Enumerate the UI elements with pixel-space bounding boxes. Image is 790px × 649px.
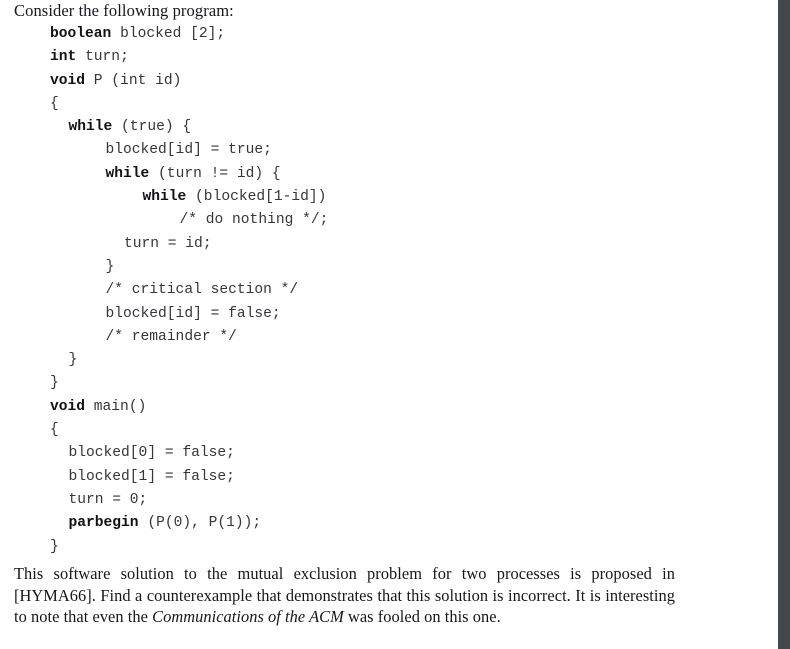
code-text: /* remainder */ [105,328,237,345]
code-line: void main() [14,396,676,419]
code-text: (true) { [112,119,192,136]
code-text: turn; [76,49,129,66]
code-text: (P(0), P(1)); [138,515,262,532]
code-line: turn = 0; [14,489,676,512]
code-text: main() [85,398,147,415]
paragraph-segment-2: was fooled on this one. [343,607,501,627]
exercise-paragraph: This software solution to the mutual exc… [14,563,675,628]
code-text: { [50,422,59,439]
intro-text: Consider the following program: [14,1,234,20]
code-line: turn = id; [14,233,676,256]
code-keyword: int [50,49,77,66]
code-text: { [50,95,59,112]
code-text: (turn != id) { [149,165,281,182]
code-text: turn = 0; [68,491,148,508]
code-text: blocked[0] = false; [68,445,235,462]
code-text: P (int id) [85,72,182,89]
code-line: blocked[0] = false; [14,442,676,465]
code-listing: boolean blocked [2]; int turn; void P (int… [14,23,676,559]
code-keyword: void [50,398,86,415]
code-keyword: while [142,189,187,206]
code-keyword: boolean [50,26,112,42]
code-line: } [14,256,676,279]
code-line: { [14,93,676,116]
code-line: } [14,372,676,395]
scrollbar[interactable] [778,0,790,649]
scrollbar-thumb[interactable] [778,0,790,649]
code-line: } [14,536,676,559]
code-line: void P (int id) [14,70,676,93]
code-line: while (true) { [14,116,676,139]
code-line: blocked[id] = false; [14,303,676,326]
code-text: blocked[id] = false; [105,305,281,322]
code-text: blocked[id] = true; [105,142,272,159]
code-text: (blocked[1-id]) [186,189,327,206]
code-line: parbegin (P(0), P(1)); [14,512,676,535]
code-line: blocked[id] = true; [14,139,676,162]
code-line: while (blocked[1-id]) [14,186,676,209]
code-text: } [105,258,115,275]
code-text: blocked [2]; [111,26,226,42]
code-text: /* do nothing */; [179,212,329,229]
code-line: while (turn != id) { [14,163,676,186]
code-keyword: while [68,119,113,136]
code-line: /* critical section */ [14,279,676,302]
code-line: /* remainder */ [14,326,676,349]
code-keyword: while [105,165,150,182]
code-text: /* critical section */ [105,282,299,299]
code-text: turn = id; [124,235,212,252]
code-keyword: parbegin [68,515,139,532]
code-text: } [50,375,59,392]
code-text: blocked[1] = false; [68,468,235,485]
code-text: } [68,352,78,369]
code-text: } [50,538,59,555]
code-keyword: void [50,72,86,89]
code-line: } [14,349,676,372]
code-line: blocked[1] = false; [14,466,676,489]
code-line: { [14,419,676,442]
code-line: boolean blocked [2]; [14,23,676,46]
code-line: /* do nothing */; [14,209,676,232]
code-line: int turn; [14,46,676,69]
paragraph-italic-title: Communications of the ACM [152,607,344,627]
document-page: Consider the following program: boolean … [0,0,778,649]
